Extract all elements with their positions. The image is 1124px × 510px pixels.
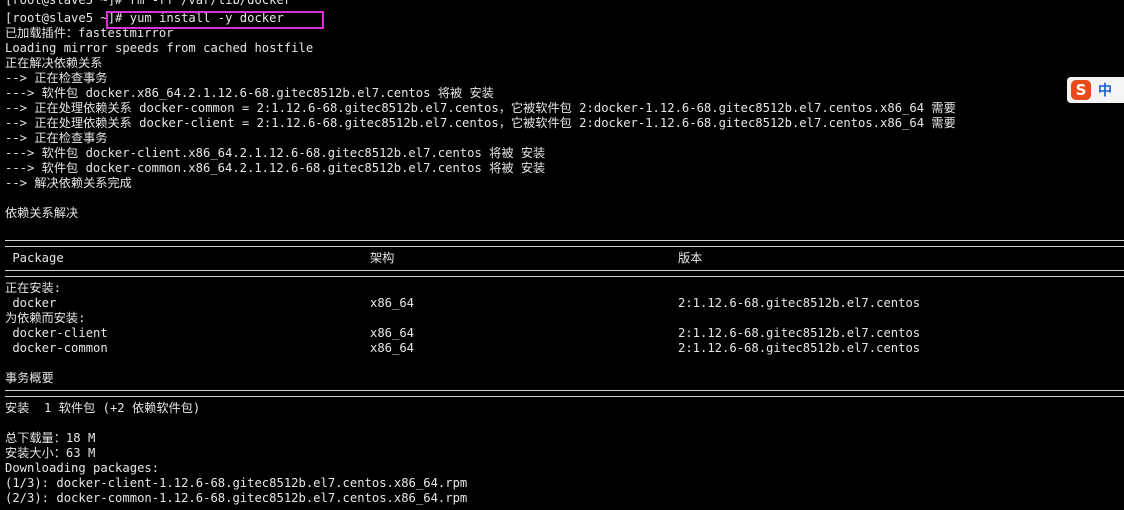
terminal-line: [root@slave5 ~]# rm -rf /var/lib/docker [5, 0, 292, 7]
download-progress-line: (1/3): docker-client-1.12.6-68.gitec8512… [5, 476, 468, 490]
table-row-arch: x86_64 [370, 326, 415, 340]
table-header-arch: 架构 [370, 251, 395, 265]
section-installing: 正在安装: [5, 281, 62, 295]
table-row-version: 2:1.12.6-68.gitec8512b.el7.centos [678, 296, 921, 310]
summary-rule [5, 390, 1124, 397]
downloading-label: Downloading packages: [5, 461, 160, 475]
section-deps: 为依赖而安装: [5, 311, 86, 325]
ime-mode-toggle[interactable]: 中 [1098, 80, 1112, 100]
table-header-version: 版本 [678, 251, 703, 265]
total-download: 总下载量：18 M [5, 431, 96, 445]
table-row-package: docker-client [5, 326, 108, 340]
table-row-arch: x86_64 [370, 296, 415, 310]
summary-title: 事务概要 [5, 371, 54, 385]
installed-size: 安装大小：63 M [5, 446, 96, 460]
terminal-line: 正在解决依赖关系 [5, 56, 103, 70]
table-row-version: 2:1.12.6-68.gitec8512b.el7.centos [678, 341, 921, 355]
terminal-line: ---> 软件包 docker-common.x86_64.2.1.12.6-6… [5, 161, 546, 175]
table-row-version: 2:1.12.6-68.gitec8512b.el7.centos [678, 326, 921, 340]
table-row-package: docker-common [5, 341, 108, 355]
terminal-window[interactable]: [root@slave5 ~]# rm -rf /var/lib/docker … [0, 0, 1124, 510]
table-row-arch: x86_64 [370, 341, 415, 355]
terminal-line: --> 正在处理依赖关系 docker-client = 2:1.12.6-68… [5, 116, 956, 130]
sogou-logo-icon[interactable]: S [1071, 80, 1091, 100]
terminal-line: ---> 软件包 docker.x86_64.2.1.12.6-68.gitec… [5, 86, 494, 100]
terminal-line: --> 解决依赖关系完成 [5, 176, 132, 190]
terminal-line: --> 正在检查事务 [5, 71, 108, 85]
ime-toolbar[interactable]: S 中 [1067, 77, 1124, 103]
terminal-line: --> 正在处理依赖关系 docker-common = 2:1.12.6-68… [5, 101, 956, 115]
command-highlight-box [106, 11, 324, 29]
terminal-line: --> 正在检查事务 [5, 131, 108, 145]
summary-install: 安装 1 软件包 (+2 依赖软件包) [5, 401, 201, 415]
terminal-line: Loading mirror speeds from cached hostfi… [5, 41, 314, 55]
terminal-line: 依赖关系解决 [5, 206, 79, 220]
table-header-package: Package [5, 251, 64, 265]
terminal-line: ---> 软件包 docker-client.x86_64.2.1.12.6-6… [5, 146, 546, 160]
download-progress-line: (2/3): docker-common-1.12.6-68.gitec8512… [5, 491, 468, 505]
table-row-package: docker [5, 296, 57, 310]
table-header-rule [5, 270, 1124, 277]
table-top-rule [5, 240, 1124, 247]
